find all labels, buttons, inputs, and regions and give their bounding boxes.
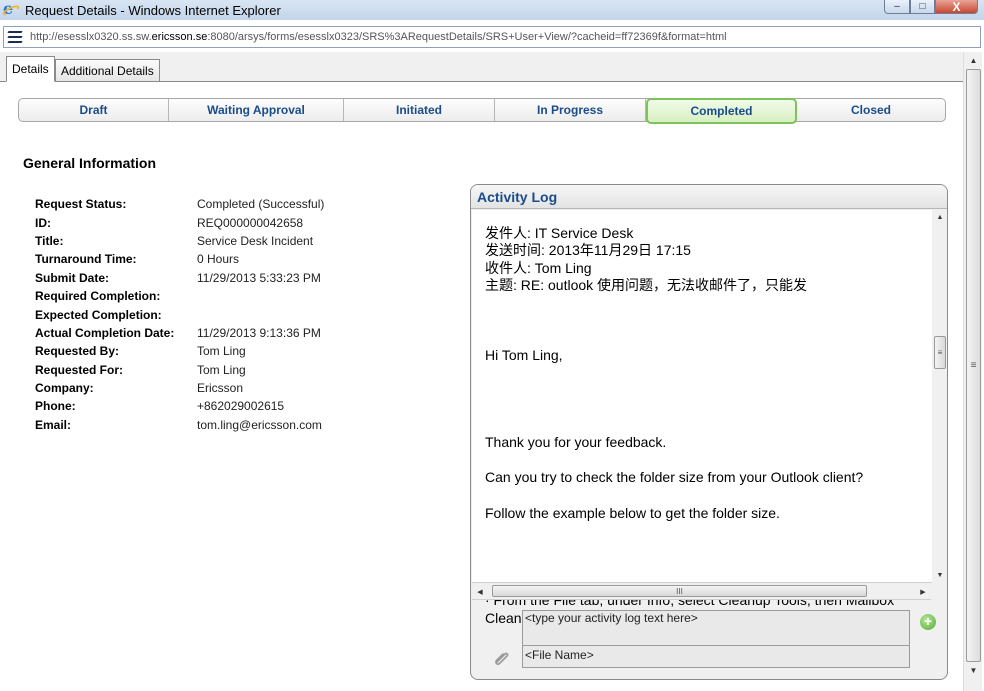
paperclip-icon[interactable] [491, 647, 511, 667]
info-row: Phone: +862029002615 [35, 397, 324, 415]
info-row: Request Status: Completed (Successful) [35, 195, 324, 213]
general-information-table: Request Status: Completed (Successful) ID… [35, 195, 324, 434]
email-greeting: Hi Tom Ling, [485, 346, 563, 363]
address-bar[interactable]: http://esesslx0320.ss.sw.ericsson.se:808… [3, 26, 981, 48]
tab-details[interactable]: Details [6, 56, 55, 82]
activity-log-vertical-scrollbar[interactable]: ▲ ≡ ▼ [932, 210, 947, 583]
info-value: +862029002615 [197, 399, 285, 414]
stage-completed: Completed [646, 98, 797, 124]
info-row: Title: Service Desk Incident [35, 232, 324, 250]
info-value: REQ000000042658 [197, 215, 304, 230]
info-label: Phone: [35, 399, 76, 414]
info-label: ID: [35, 215, 51, 230]
email-header-line: 发件人: IT Service Desk [485, 225, 634, 241]
close-button[interactable]: X [935, 0, 978, 14]
tab-additional-details[interactable]: Additional Details [55, 59, 160, 82]
info-value: Tom Ling [197, 344, 246, 359]
info-value: Tom Ling [197, 362, 246, 377]
email-header-line: 发送时间: 2013年11月29日 17:15 [485, 242, 691, 259]
info-label: Title: [35, 233, 64, 248]
log-hscroll-thumb[interactable]: III [492, 585, 867, 597]
info-row: Actual Completion Date: 11/29/2013 9:13:3… [35, 324, 324, 342]
info-label: Company: [35, 381, 94, 396]
tab-bar: Details Additional Details [0, 52, 963, 82]
page-content: Details Additional Details ▲ ≡ ▼ Draft W… [0, 52, 984, 691]
info-value: 0 Hours [197, 252, 240, 267]
info-row: Submit Date: 11/29/2013 5:33:23 PM [35, 269, 324, 287]
email-header-line: 主题: RE: outlook 使用问题，无法收邮件了，只能发 [485, 277, 808, 294]
activity-log-horizontal-scrollbar[interactable]: ◀ III ▶ [472, 583, 931, 600]
add-icon[interactable]: + [920, 614, 936, 630]
email-header-line: 收件人: Tom Ling [485, 259, 592, 276]
info-label: Email: [35, 417, 72, 432]
scroll-up-arrow-icon[interactable]: ▲ [964, 52, 983, 69]
info-value: 11/29/2013 5:33:23 PM [197, 270, 321, 285]
info-label: Expected Completion: [35, 307, 162, 322]
info-label: Submit Date: [35, 270, 110, 285]
stage-draft: Draft [19, 99, 169, 121]
activity-log-heading: Activity Log [471, 185, 947, 209]
minimize-button[interactable]: – [884, 0, 910, 14]
scroll-thumb[interactable]: ≡ [966, 69, 981, 662]
ericsson-logo-icon [7, 30, 23, 44]
info-value: Service Desk Incident [197, 233, 314, 248]
url-text[interactable]: http://esesslx0320.ss.sw.ericsson.se:808… [30, 31, 727, 43]
stage-in-progress: In Progress [495, 99, 646, 121]
info-value: Ericsson [197, 381, 244, 396]
window-title: Request Details - Windows Internet Explo… [25, 2, 281, 18]
info-label: Requested For: [35, 362, 124, 377]
file-name-field[interactable]: <File Name> [522, 646, 910, 668]
activity-log-panel: Activity Log 发件人: IT Service Desk 发送时间: … [470, 184, 948, 680]
page-vertical-scrollbar[interactable]: ▲ ≡ ▼ [963, 52, 982, 691]
info-row: Turnaround Time: 0 Hours [35, 250, 324, 268]
window-title-bar: e Request Details - Windows Internet Exp… [0, 0, 984, 20]
email-body-line: Thank you for your feedback. [485, 434, 667, 451]
activity-log-text-input[interactable]: <type your activity log text here> [522, 610, 910, 646]
stage-initiated: Initiated [344, 99, 495, 121]
info-value: Completed (Successful) [197, 197, 325, 212]
stage-closed: Closed [850, 103, 891, 117]
window-controls: – □ X [884, 0, 978, 14]
log-scroll-right-arrow-icon[interactable]: ▶ [915, 583, 931, 600]
info-row: Required Completion: [35, 287, 324, 305]
info-row: Expected Completion: [35, 305, 324, 323]
info-label: Actual Completion Date: [35, 325, 175, 340]
log-scroll-down-arrow-icon[interactable]: ▼ [932, 568, 947, 583]
info-label: Requested By: [35, 344, 120, 359]
info-label: Required Completion: [35, 289, 161, 304]
email-body-line: Follow the example below to get the fold… [485, 504, 780, 521]
info-value: 11/29/2013 9:13:36 PM [197, 325, 321, 340]
info-row: Company: Ericsson [35, 379, 324, 397]
scroll-down-arrow-icon[interactable]: ▼ [964, 662, 983, 679]
ie-icon: e [1, 0, 21, 18]
info-value: tom.ling@ericsson.com [197, 417, 322, 432]
general-information-heading: General Information [23, 155, 157, 171]
status-pipeline: Draft Waiting Approval Initiated In Prog… [18, 98, 946, 124]
email-body-line: Can you try to check the folder size fro… [485, 469, 864, 486]
url-prefix: http://esesslx0320.ss.sw. [30, 31, 152, 43]
log-scroll-left-arrow-icon[interactable]: ◀ [472, 583, 488, 600]
url-domain: ericsson.se [151, 31, 208, 43]
info-row: ID: REQ000000042658 [35, 213, 324, 231]
info-label: Request Status: [35, 197, 127, 212]
info-row: Requested For: Tom Ling [35, 361, 324, 379]
info-label: Turnaround Time: [35, 252, 137, 267]
activity-log-entry: 发件人: IT Service Desk 发送时间: 2013年11月29日 1… [485, 225, 929, 627]
maximize-button[interactable]: □ [910, 0, 935, 14]
info-row: Requested By: Tom Ling [35, 342, 324, 360]
info-row: Email: tom.ling@ericsson.com [35, 416, 324, 434]
url-suffix: :8080/arsys/forms/esesslx0323/SRS%3ARequ… [207, 31, 727, 43]
activity-log-content[interactable]: 发件人: IT Service Desk 发送时间: 2013年11月29日 1… [472, 210, 947, 626]
log-scroll-thumb[interactable]: ≡ [934, 336, 946, 369]
log-scroll-up-arrow-icon[interactable]: ▲ [932, 210, 947, 225]
stage-waiting-approval: Waiting Approval [169, 99, 344, 121]
